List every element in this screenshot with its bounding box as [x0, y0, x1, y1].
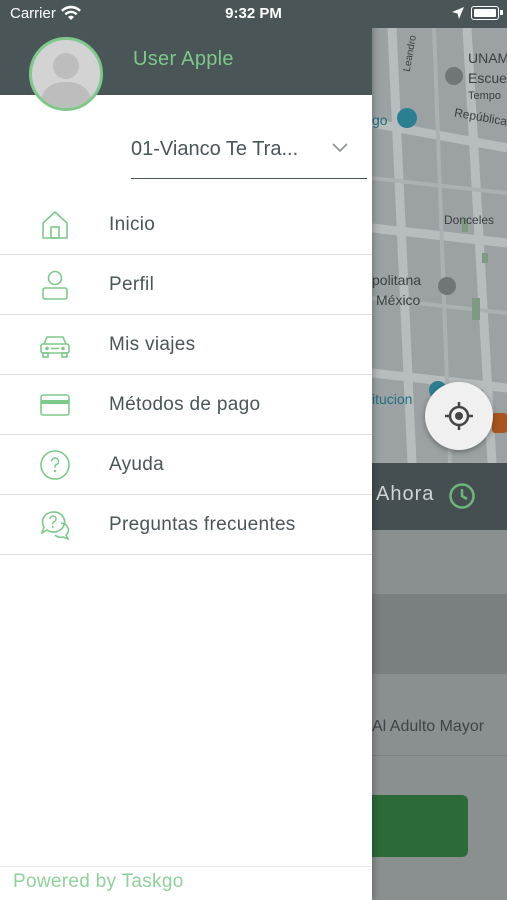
menu-item-inicio[interactable]: Inicio — [0, 195, 372, 255]
background-confirm-button[interactable] — [372, 795, 468, 857]
battery-icon — [471, 6, 503, 20]
menu-item-label: Ayuda — [109, 454, 165, 475]
avatar-placeholder-icon — [40, 53, 92, 108]
location-arrow-icon — [452, 7, 464, 19]
map-label: go — [372, 112, 388, 128]
user-icon — [42, 270, 68, 300]
menu-item-label: Perfil — [109, 274, 155, 295]
map-label: UNAM — [468, 50, 507, 66]
map-label: Escue — [468, 70, 507, 86]
menu-item-perfil[interactable]: Perfil — [0, 255, 372, 315]
map-label: itucion — [372, 391, 413, 407]
status-bar: Carrier 9:32 PM — [0, 0, 507, 28]
menu-item-label: Preguntas frecuentes — [109, 514, 296, 535]
background-panel-gray — [372, 594, 507, 674]
divider — [372, 755, 507, 756]
company-select-value: 01-Vianco Te Tra... — [131, 138, 299, 160]
crosshair-icon — [445, 402, 473, 430]
map-label: Donceles — [444, 213, 495, 227]
menu-item-mis-viajes[interactable]: Mis viajes — [0, 315, 372, 375]
drawer-menu: Inicio Perfil Mis viajes Métodos de pago… — [0, 195, 372, 555]
locate-me-button[interactable] — [425, 382, 493, 450]
schedule-now-label: Ahora — [376, 483, 435, 505]
clock-icon — [449, 483, 475, 509]
chevron-down-icon — [332, 143, 348, 153]
menu-item-label: Métodos de pago — [109, 394, 261, 415]
home-icon — [42, 211, 68, 239]
menu-item-metodos-de-pago[interactable]: Métodos de pago — [0, 375, 372, 435]
divider — [0, 866, 372, 867]
help-icon — [40, 450, 70, 480]
status-time: 9:32 PM — [225, 5, 282, 22]
background-option-text: Al Adulto Mayor — [372, 718, 485, 735]
menu-item-label: Mis viajes — [109, 334, 196, 355]
menu-item-label: Inicio — [109, 214, 156, 235]
powered-by-footer: Powered by Taskgo — [13, 871, 184, 892]
map-label: politana — [372, 272, 422, 288]
faq-chat-icon — [40, 511, 70, 541]
credit-card-icon — [40, 394, 70, 416]
map-label: México — [376, 292, 421, 308]
menu-item-ayuda[interactable]: Ayuda — [0, 435, 372, 495]
company-select[interactable]: 01-Vianco Te Tra... — [131, 130, 367, 179]
map-label: Tempo — [468, 90, 502, 102]
menu-item-preguntas-frecuentes[interactable]: Preguntas frecuentes — [0, 495, 372, 555]
car-icon — [40, 336, 70, 358]
side-drawer: User Apple 01-Vianco Te Tra... Inicio Pe… — [0, 0, 372, 900]
username: User Apple — [133, 48, 234, 70]
avatar[interactable] — [29, 37, 103, 111]
schedule-bar[interactable]: Ahora — [372, 463, 507, 530]
background-panel — [372, 530, 507, 594]
background-panel — [372, 674, 507, 900]
